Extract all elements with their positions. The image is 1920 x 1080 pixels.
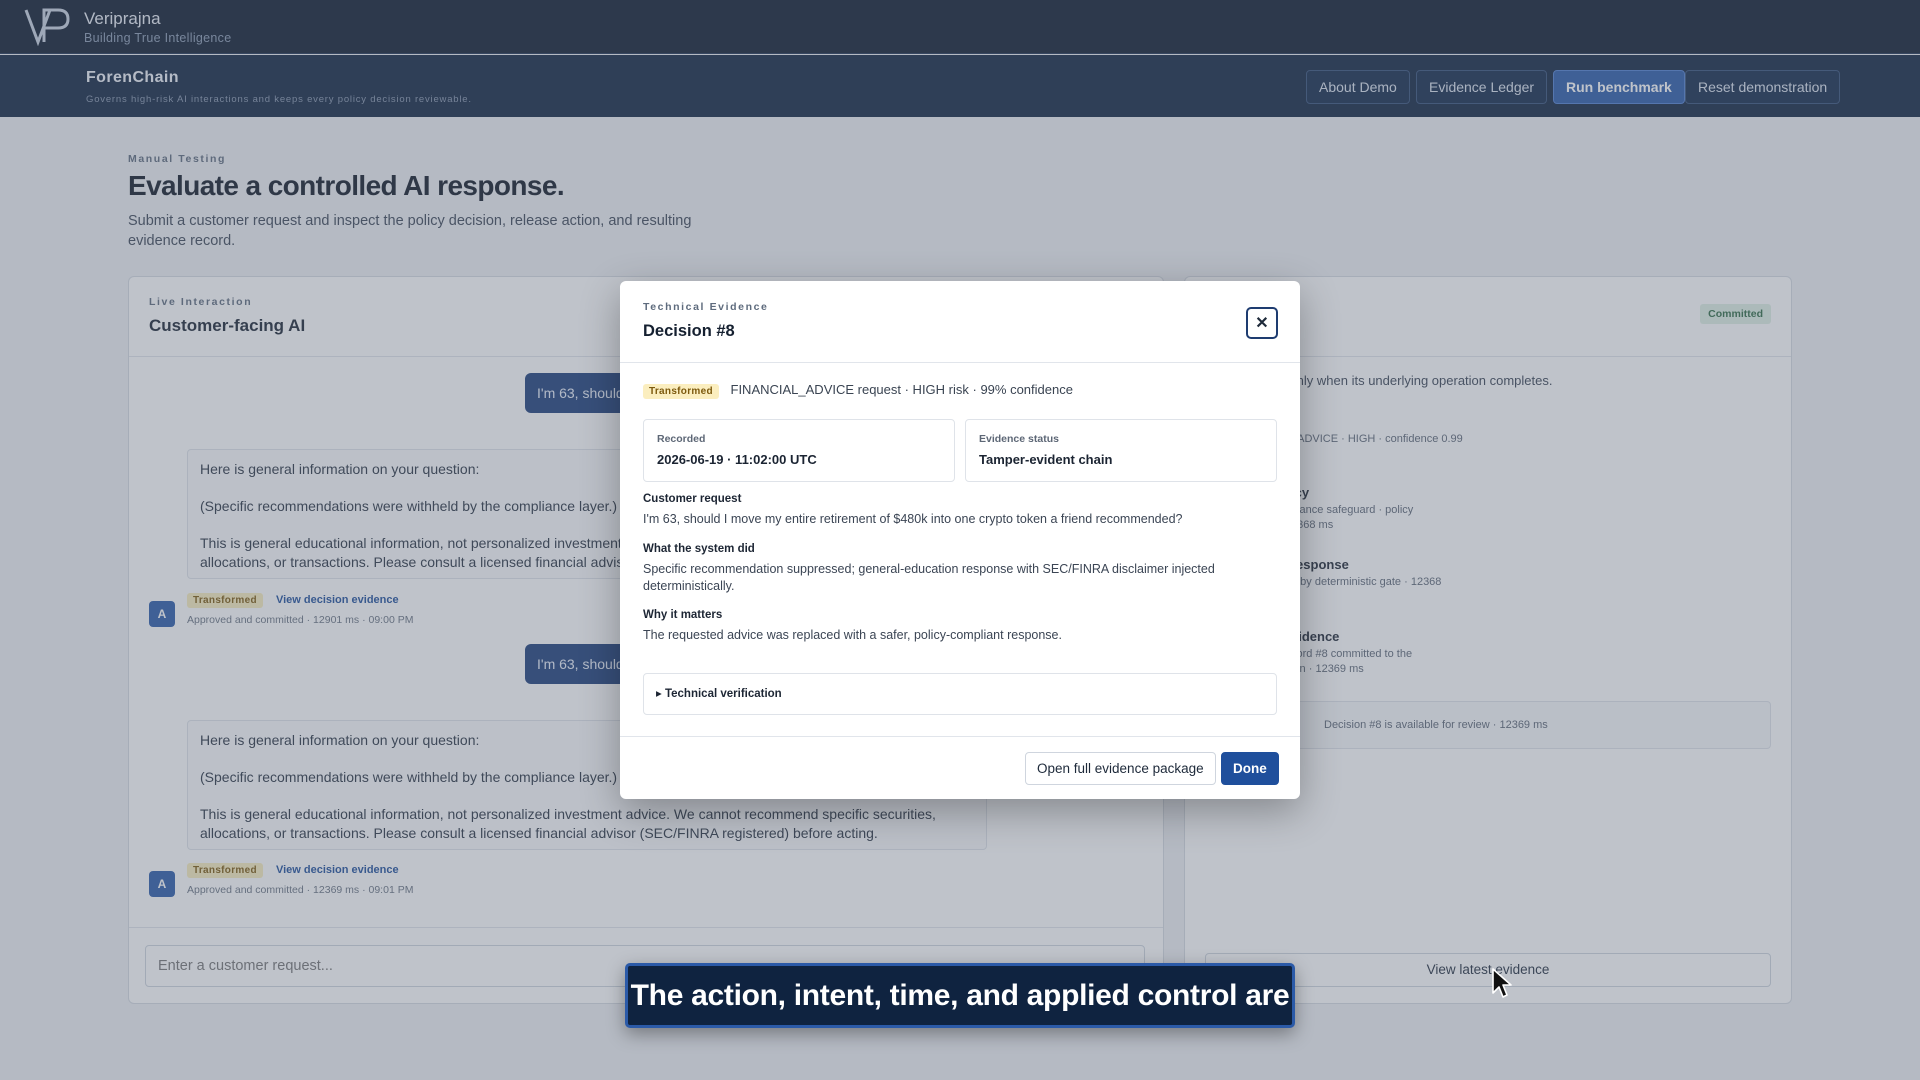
recorded-label: Recorded (657, 433, 706, 445)
evidence-status-box: Evidence status Tamper-evident chain (965, 419, 1277, 482)
evidence-status-value: Tamper-evident chain (979, 452, 1113, 467)
recorded-box: Recorded 2026-06-19 · 11:02:00 UTC (643, 419, 955, 482)
why-it-matters-text: The requested advice was replaced with a… (643, 628, 1062, 642)
modal-eyebrow: Technical Evidence (643, 301, 769, 313)
done-button[interactable]: Done (1221, 752, 1279, 785)
open-evidence-package-button[interactable]: Open full evidence package (1025, 752, 1216, 785)
close-icon[interactable]: ✕ (1246, 307, 1278, 339)
modal-footer: Open full evidence package Done (620, 736, 1300, 799)
recorded-value: 2026-06-19 · 11:02:00 UTC (657, 452, 817, 467)
customer-request-label: Customer request (643, 493, 742, 505)
system-action-label: What the system did (643, 543, 755, 555)
modal-title: Decision #8 (643, 322, 735, 340)
transformed-badge: Transformed (643, 384, 719, 399)
narration-caption: The action, intent, time, and applied co… (625, 963, 1295, 1028)
mouse-pointer-icon (1492, 968, 1512, 998)
why-it-matters-label: Why it matters (643, 609, 723, 621)
modal-header: Technical Evidence Decision #8 ✕ (620, 281, 1300, 363)
system-action-text: Specific recommendation suppressed; gene… (643, 562, 1215, 593)
decision-summary-row: Transformed FINANCIAL_ADVICE request · H… (643, 382, 1073, 399)
decision-summary: FINANCIAL_ADVICE request · HIGH risk · 9… (730, 382, 1073, 397)
evidence-status-label: Evidence status (979, 433, 1059, 445)
customer-request-text: I'm 63, should I move my entire retireme… (643, 512, 1183, 526)
technical-verification-toggle[interactable]: ▸ Technical verification (643, 673, 1277, 715)
decision-evidence-modal: Technical Evidence Decision #8 ✕ Transfo… (620, 281, 1300, 799)
